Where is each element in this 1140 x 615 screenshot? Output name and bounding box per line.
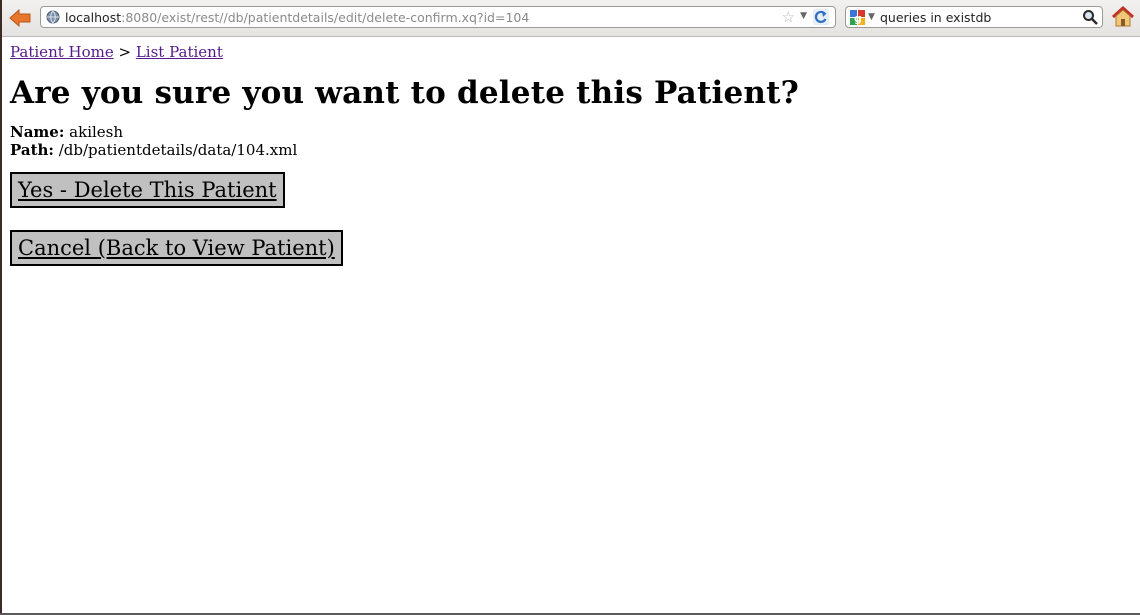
path-value: /db/patientdetails/data/104.xml bbox=[58, 141, 298, 159]
google-icon[interactable]: g bbox=[850, 10, 865, 25]
breadcrumb-patient-home-link[interactable]: Patient Home bbox=[10, 43, 114, 61]
search-bar[interactable]: g ▼ queries in existdb bbox=[845, 6, 1103, 28]
globe-icon bbox=[46, 10, 60, 24]
page-content: Patient Home > List Patient Are you sure… bbox=[10, 37, 1130, 266]
chevron-down-icon[interactable]: ▼ bbox=[868, 12, 875, 22]
patient-info: Name: akilesh Path: /db/patientdetails/d… bbox=[10, 123, 1130, 159]
url-path: :8080/exist/rest//db/patientdetails/edit… bbox=[121, 10, 530, 25]
svg-text:g: g bbox=[854, 12, 862, 25]
address-bar[interactable]: localhost:8080/exist/rest//db/patientdet… bbox=[40, 6, 836, 28]
url-text[interactable]: localhost:8080/exist/rest//db/patientdet… bbox=[65, 10, 529, 25]
page-title: Are you sure you want to delete this Pat… bbox=[10, 75, 800, 111]
path-label: Path: bbox=[10, 141, 54, 159]
name-row: Name: akilesh bbox=[10, 123, 1130, 141]
chevron-down-icon[interactable]: ▼ bbox=[800, 11, 807, 21]
cancel-button-wrapper: Cancel (Back to View Patient) bbox=[10, 230, 1130, 266]
back-button[interactable] bbox=[8, 6, 32, 30]
url-host: localhost bbox=[65, 10, 122, 25]
breadcrumb: Patient Home > List Patient bbox=[10, 43, 1130, 61]
window-frame-left bbox=[0, 0, 2, 615]
reload-icon[interactable] bbox=[813, 9, 829, 25]
home-icon[interactable] bbox=[1111, 5, 1135, 29]
breadcrumb-separator: > bbox=[113, 43, 136, 61]
back-arrow-icon bbox=[9, 9, 31, 27]
breadcrumb-list-patient-link[interactable]: List Patient bbox=[136, 43, 223, 61]
path-row: Path: /db/patientdetails/data/104.xml bbox=[10, 141, 1130, 159]
browser-toolbar: localhost:8080/exist/rest//db/patientdet… bbox=[2, 0, 1140, 37]
search-input[interactable]: queries in existdb bbox=[880, 10, 991, 25]
delete-patient-button[interactable]: Yes - Delete This Patient bbox=[10, 172, 285, 208]
search-icon[interactable] bbox=[1082, 9, 1098, 25]
star-icon[interactable]: ☆ bbox=[782, 8, 795, 26]
name-label: Name: bbox=[10, 123, 65, 141]
delete-button-wrapper: Yes - Delete This Patient bbox=[10, 172, 1130, 208]
name-value: akilesh bbox=[69, 123, 124, 141]
cancel-button[interactable]: Cancel (Back to View Patient) bbox=[10, 230, 343, 266]
